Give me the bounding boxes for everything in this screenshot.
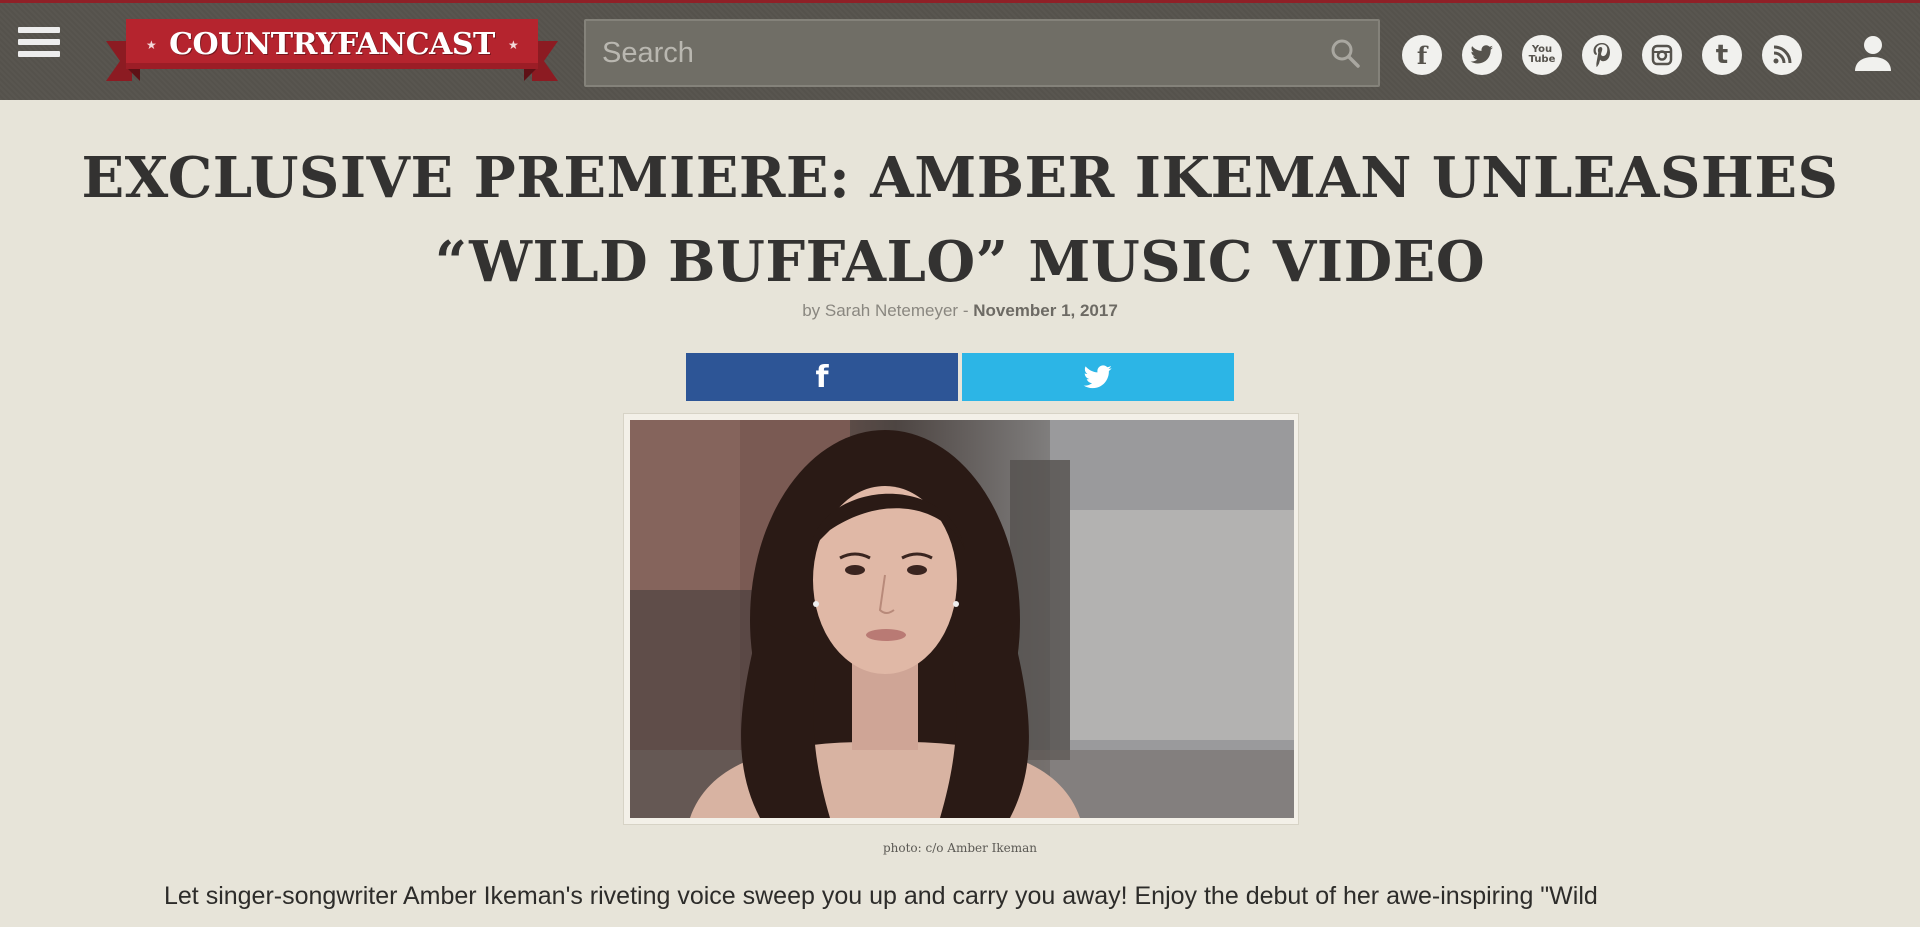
share-twitter-button[interactable]	[962, 353, 1234, 401]
user-account-icon[interactable]	[1852, 33, 1894, 73]
article-photo[interactable]	[630, 420, 1294, 818]
byline-author[interactable]: by Sarah Netemeyer -	[802, 301, 973, 320]
byline-date: November 1, 2017	[973, 301, 1118, 320]
share-facebook-button[interactable]: f	[686, 353, 958, 401]
site-logo[interactable]: ★ ★ COUNTRYFANCAST	[106, 19, 558, 89]
photo-caption: photo: c/o Amber Ikeman	[882, 841, 1038, 855]
instagram-icon[interactable]	[1642, 35, 1682, 75]
youtube-icon[interactable]: You Tube	[1522, 35, 1562, 75]
search-box	[584, 19, 1380, 87]
site-header: ★ ★ COUNTRYFANCAST f You Tube t	[0, 0, 1920, 100]
article-photo-frame	[623, 413, 1299, 825]
article-body-text: Let singer-songwriter Amber Ikeman's riv…	[164, 882, 1598, 910]
pinterest-icon[interactable]	[1582, 35, 1622, 75]
hamburger-menu-icon[interactable]	[18, 27, 60, 65]
search-input[interactable]	[586, 21, 1286, 85]
article-title: EXCLUSIVE PREMIERE: AMBER IKEMAN UNLEASH…	[81, 145, 1839, 295]
twitter-icon[interactable]	[1462, 35, 1502, 75]
logo-text: COUNTRYFANCAST	[169, 27, 495, 62]
rss-icon[interactable]	[1762, 35, 1802, 75]
tumblr-icon[interactable]: t	[1702, 35, 1742, 75]
facebook-icon[interactable]: f	[1402, 35, 1442, 75]
article-byline: by Sarah Netemeyer - November 1, 2017	[0, 301, 1920, 321]
search-icon[interactable]	[1330, 38, 1360, 68]
facebook-share-icon: f	[815, 359, 829, 395]
twitter-share-icon	[1083, 364, 1112, 388]
